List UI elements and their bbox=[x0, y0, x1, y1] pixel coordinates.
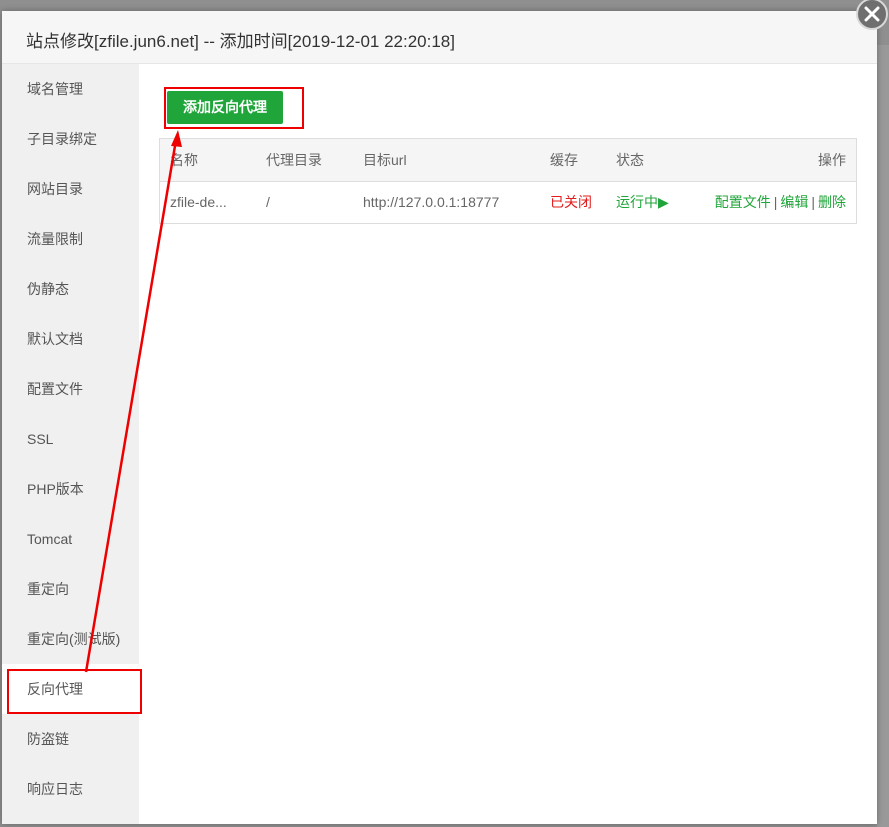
sidebar-item-rewrite[interactable]: 伪静态 bbox=[2, 264, 139, 314]
sidebar-item-php-version[interactable]: PHP版本 bbox=[2, 464, 139, 514]
proxy-name: zfile-de... bbox=[170, 194, 227, 210]
sidebar-item-traffic-limit[interactable]: 流量限制 bbox=[2, 214, 139, 264]
header-target-url: 目标url bbox=[363, 152, 407, 168]
sidebar: 域名管理 子目录绑定 网站目录 流量限制 伪静态 默认文档 配置文件 SSL P… bbox=[2, 64, 139, 824]
sidebar-item-domain[interactable]: 域名管理 bbox=[2, 64, 139, 114]
sidebar-item-reverse-proxy[interactable]: 反向代理 bbox=[2, 664, 139, 714]
sidebar-item-tomcat[interactable]: Tomcat bbox=[2, 514, 139, 564]
site-edit-dialog: 站点修改[zfile.jun6.net] -- 添加时间[2019-12-01 … bbox=[2, 11, 877, 824]
header-proxy-dir: 代理目录 bbox=[266, 152, 322, 168]
close-icon bbox=[864, 6, 880, 22]
sidebar-item-hotlink-protection[interactable]: 防盗链 bbox=[2, 714, 139, 764]
run-status-toggle[interactable]: 运行中▶ bbox=[616, 182, 669, 223]
sidebar-item-redirect-beta[interactable]: 重定向(测试版) bbox=[2, 614, 139, 664]
proxy-dir: / bbox=[266, 194, 270, 210]
proxy-target-url: http://127.0.0.1:18777 bbox=[363, 194, 500, 210]
action-separator: | bbox=[811, 194, 815, 210]
header-actions: 操作 bbox=[818, 152, 846, 168]
dialog-title: 站点修改[zfile.jun6.net] -- 添加时间[2019-12-01 … bbox=[26, 32, 455, 51]
header-cache: 缓存 bbox=[550, 152, 578, 168]
sidebar-item-ssl[interactable]: SSL bbox=[2, 414, 139, 464]
row-actions: 配置文件 | 编辑 | 删除 bbox=[715, 182, 846, 223]
sidebar-item-subdir-binding[interactable]: 子目录绑定 bbox=[2, 114, 139, 164]
reverse-proxy-panel: 添加反向代理 名称 代理目录 目标url 缓存 状态 操作 zfile-de..… bbox=[139, 64, 877, 824]
dialog-titlebar: 站点修改[zfile.jun6.net] -- 添加时间[2019-12-01 … bbox=[2, 11, 877, 64]
edit-link[interactable]: 编辑 bbox=[780, 194, 808, 210]
sidebar-item-config-file[interactable]: 配置文件 bbox=[2, 364, 139, 414]
sidebar-item-default-doc[interactable]: 默认文档 bbox=[2, 314, 139, 364]
table-row: zfile-de... / http://127.0.0.1:18777 已关闭… bbox=[160, 182, 856, 223]
header-name: 名称 bbox=[170, 152, 198, 168]
backdrop-edge bbox=[877, 45, 889, 827]
header-status: 状态 bbox=[616, 152, 644, 168]
proxy-table: 名称 代理目录 目标url 缓存 状态 操作 zfile-de... / htt… bbox=[159, 138, 857, 224]
sidebar-item-response-log[interactable]: 响应日志 bbox=[2, 764, 139, 814]
config-file-link[interactable]: 配置文件 bbox=[715, 194, 771, 210]
table-header: 名称 代理目录 目标url 缓存 状态 操作 bbox=[160, 139, 856, 182]
cache-status-toggle[interactable]: 已关闭 bbox=[550, 182, 592, 223]
sidebar-item-site-dir[interactable]: 网站目录 bbox=[2, 164, 139, 214]
add-reverse-proxy-button[interactable]: 添加反向代理 bbox=[167, 91, 283, 124]
action-separator: | bbox=[773, 194, 778, 210]
sidebar-item-redirect[interactable]: 重定向 bbox=[2, 564, 139, 614]
delete-link[interactable]: 删除 bbox=[818, 194, 846, 210]
